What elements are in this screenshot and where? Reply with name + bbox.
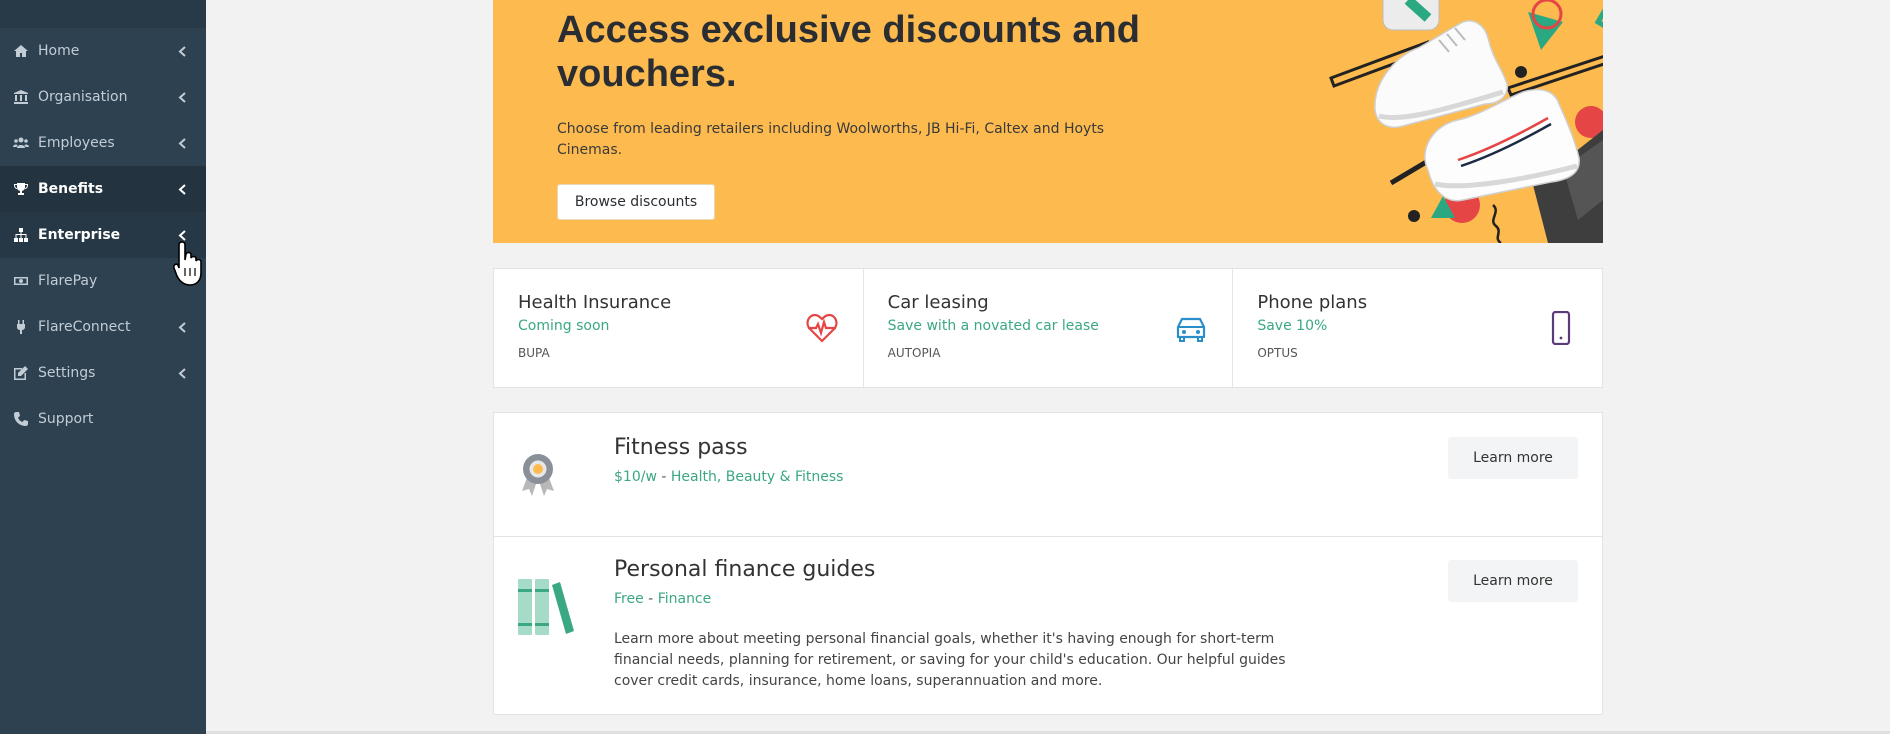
plug-icon [11,319,31,335]
banner-title: Access exclusive discounts and vouchers. [557,9,1140,95]
car-leasing-card[interactable]: Car leasing Save with a novated car leas… [864,269,1234,387]
card-brand: BUPA [518,346,550,360]
sidebar-item-home[interactable]: Home [0,28,206,74]
chevron-left-icon [178,28,187,74]
chevron-left-icon [178,74,187,120]
edit-icon [11,365,31,381]
hand-cursor-icon [173,241,202,286]
sidebar-item-settings[interactable]: Settings [0,350,206,396]
benefit-description: Learn more about meeting personal financ… [614,631,1286,689]
users-icon [11,135,31,151]
sidebar-item-flareconnect[interactable]: FlareConnect [0,304,206,350]
sidebar-item-label: Employees [38,135,115,151]
trophy-icon [11,181,31,197]
health-insurance-card[interactable]: Health Insurance Coming soon BUPA [494,269,864,387]
chevron-left-icon [178,304,187,350]
sidebar-item-label: Enterprise [38,227,121,243]
discounts-banner: Access exclusive discounts and vouchers.… [493,0,1603,243]
list-item: Personal finance guides Free - Finance L… [494,537,1602,715]
car-icon [1177,317,1206,342]
sidebar: Home Organisation Employees Benefits Ent… [0,0,206,734]
sidebar-item-label: Support [38,411,94,427]
bank-icon [11,89,31,105]
sidebar-item-label: Settings [38,365,96,381]
benefit-category: Health, Beauty & Fitness [670,469,844,485]
banner-description: Choose from leading retailers including … [557,121,1105,158]
mobile-phone-icon [1551,311,1571,345]
home-icon [11,43,31,59]
chevron-left-icon [178,350,187,396]
list-item: Fitness pass $10/w - Health, Beauty & Fi… [494,413,1602,537]
sidebar-item-label: FlareConnect [38,319,131,335]
chevron-left-icon [178,120,187,166]
sidebar-item-label: Home [38,43,80,59]
benefit-meta: Free - Finance [614,591,711,607]
chevron-left-icon [178,166,187,212]
benefit-title: Fitness pass [614,435,748,460]
meta-separator: - [648,591,654,607]
phone-icon [11,411,31,427]
sidebar-item-benefits[interactable]: Benefits [0,166,206,212]
sitemap-icon [11,227,31,243]
benefit-price: $10/w [614,469,657,485]
sidebar-item-label: FlarePay [38,273,98,289]
meta-separator: - [661,469,667,485]
benefit-price: Free [614,591,644,607]
sidebar-item-support[interactable]: Support [0,396,206,442]
benefit-category: Finance [657,591,712,607]
phone-plans-card[interactable]: Phone plans Save 10% OPTUS [1233,269,1602,387]
sidebar-header [0,0,206,28]
sidebar-item-organisation[interactable]: Organisation [0,74,206,120]
benefit-cards-row: Health Insurance Coming soon BUPA Car le… [493,268,1603,388]
sidebar-item-label: Benefits [38,181,104,197]
award-ribbon-icon [522,454,554,496]
learn-more-button[interactable]: Learn more [1448,437,1578,479]
heartbeat-icon [806,313,838,343]
card-brand: OPTUS [1257,346,1298,360]
money-icon [11,273,31,289]
card-brand: AUTOPIA [887,346,941,360]
sidebar-item-employees[interactable]: Employees [0,120,206,166]
benefits-list: Fitness pass $10/w - Health, Beauty & Fi… [493,412,1603,715]
benefit-title: Personal finance guides [614,557,876,582]
benefit-meta: $10/w - Health, Beauty & Fitness [614,469,843,485]
learn-more-button[interactable]: Learn more [1448,560,1578,602]
sneakers-illustration [1329,0,1603,243]
books-icon [518,579,574,635]
browse-discounts-button[interactable]: Browse discounts [557,184,715,220]
sidebar-item-label: Organisation [38,89,128,105]
